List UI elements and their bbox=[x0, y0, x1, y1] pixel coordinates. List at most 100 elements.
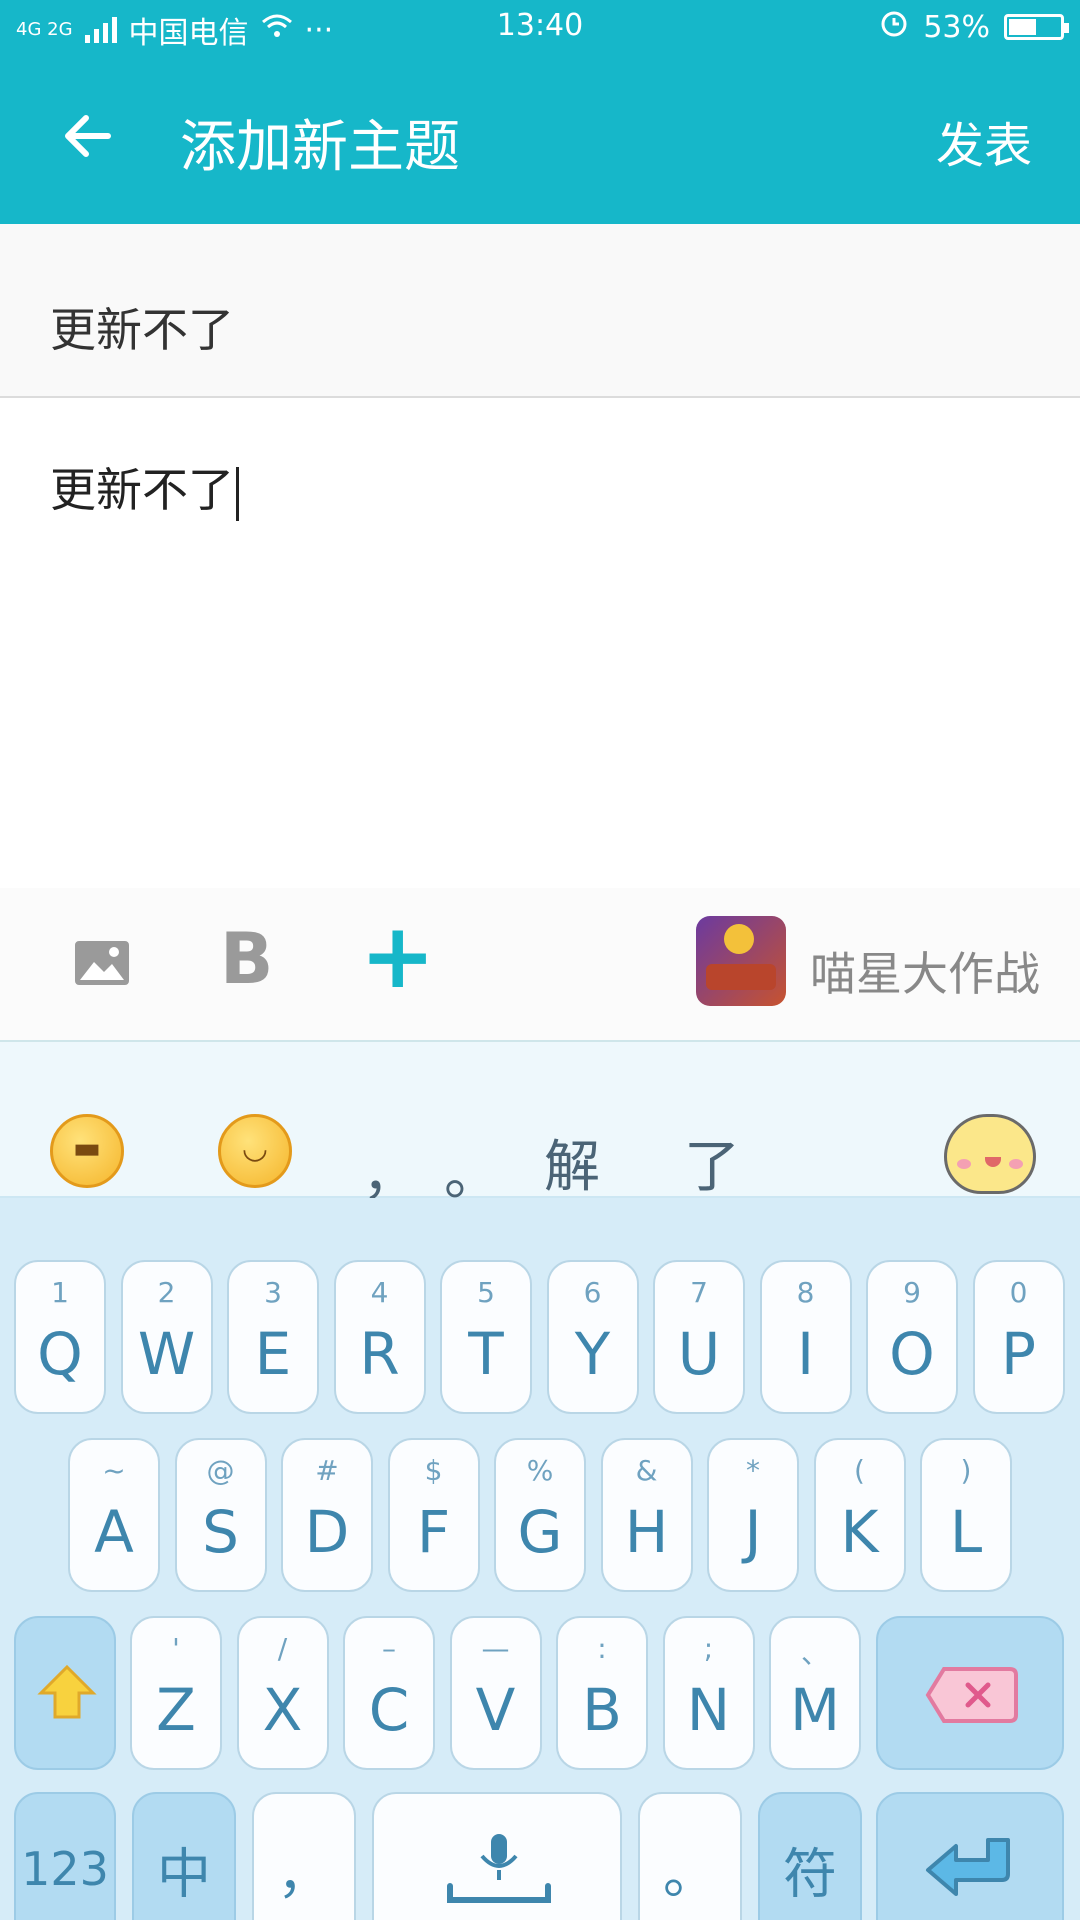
key-secondary-label: : bbox=[597, 1632, 607, 1665]
key-label: K bbox=[840, 1498, 879, 1566]
key-label: P bbox=[1001, 1320, 1036, 1388]
key-h[interactable]: & H bbox=[600, 1438, 693, 1592]
key-g[interactable]: % G bbox=[494, 1438, 586, 1592]
key-l[interactable]: ) L bbox=[920, 1438, 1012, 1592]
period-key[interactable]: 。 bbox=[638, 1792, 742, 1920]
candidate-jie[interactable]: 解 bbox=[544, 1122, 600, 1203]
key-secondary-label: ; bbox=[703, 1632, 714, 1665]
body-editor[interactable]: 更新不了 bbox=[0, 398, 1080, 888]
key-z[interactable]: ' Z bbox=[130, 1616, 222, 1770]
key-secondary-label: 7 bbox=[690, 1276, 708, 1309]
key-c[interactable]: – C bbox=[343, 1616, 435, 1770]
key-secondary-label: 、 bbox=[800, 1637, 829, 1670]
text-caret bbox=[236, 466, 239, 521]
game-promo-label[interactable]: 喵星大作战 bbox=[810, 938, 1040, 1004]
key-secondary-label: — bbox=[481, 1632, 510, 1665]
key-secondary-label: ) bbox=[960, 1454, 972, 1487]
key-secondary-label: @ bbox=[206, 1454, 235, 1487]
subject-text: 更新不了 bbox=[50, 303, 234, 357]
key-secondary-label: & bbox=[635, 1454, 658, 1487]
plus-icon[interactable]: + bbox=[360, 904, 435, 1009]
key-label: V bbox=[475, 1676, 516, 1744]
key-label: L bbox=[949, 1498, 983, 1566]
key-secondary-label: 5 bbox=[477, 1276, 495, 1309]
key-secondary-label: 3 bbox=[264, 1276, 282, 1309]
subject-field[interactable]: 更新不了 bbox=[0, 224, 1080, 398]
key-label: X bbox=[262, 1676, 303, 1744]
bold-icon[interactable]: B bbox=[220, 918, 273, 1000]
candidate-le[interactable]: 了 bbox=[684, 1122, 740, 1203]
body-text: 更新不了 bbox=[50, 463, 234, 517]
chick-sticker-icon[interactable] bbox=[944, 1114, 1036, 1194]
key-q[interactable]: 1Q bbox=[14, 1260, 106, 1414]
key-label: U bbox=[677, 1320, 721, 1388]
key-label: B bbox=[582, 1676, 622, 1744]
key-label: S bbox=[202, 1498, 239, 1566]
publish-button[interactable]: 发表 bbox=[936, 106, 1032, 176]
key-label: W bbox=[137, 1320, 196, 1388]
image-icon[interactable] bbox=[74, 940, 130, 986]
key-m[interactable]: 、 M bbox=[769, 1616, 861, 1770]
key-secondary-label: * bbox=[746, 1454, 760, 1487]
key-label: C bbox=[368, 1676, 410, 1744]
enter-key[interactable] bbox=[876, 1792, 1064, 1920]
key-d[interactable]: # D bbox=[281, 1438, 373, 1592]
key-v[interactable]: — V bbox=[449, 1616, 542, 1770]
key-label: J bbox=[744, 1498, 762, 1566]
key-s[interactable]: @ S bbox=[174, 1438, 267, 1592]
app-bar: 添加新主题 发表 bbox=[0, 56, 1080, 224]
key-secondary-label: 1 bbox=[51, 1276, 69, 1309]
key-secondary-label: 2 bbox=[157, 1276, 176, 1309]
page-title: 添加新主题 bbox=[180, 115, 460, 180]
key-o[interactable]: 9O bbox=[866, 1260, 958, 1414]
key-secondary-label: ( bbox=[854, 1454, 865, 1487]
smile-emoji-icon[interactable]: ◡ bbox=[218, 1114, 292, 1188]
grin-emoji-icon[interactable]: ▬ bbox=[50, 1114, 124, 1188]
shift-key[interactable] bbox=[14, 1616, 116, 1770]
key-j[interactable]: * J bbox=[707, 1438, 799, 1592]
editor-toolbar: B + 喵星大作战 bbox=[0, 888, 1080, 1042]
battery-icon bbox=[1004, 14, 1069, 40]
key-label: O bbox=[889, 1320, 935, 1388]
key-y[interactable]: 6Y bbox=[546, 1260, 639, 1414]
key-secondary-label: 6 bbox=[583, 1276, 602, 1309]
key-t[interactable]: 5T bbox=[440, 1260, 532, 1414]
key-a[interactable]: ~ A bbox=[68, 1438, 160, 1592]
game-promo-icon[interactable] bbox=[696, 916, 786, 1006]
language-key[interactable]: 中 bbox=[132, 1792, 236, 1920]
key-secondary-label: – bbox=[382, 1632, 396, 1665]
key-label: E bbox=[254, 1320, 292, 1388]
key-p[interactable]: 0P bbox=[972, 1260, 1065, 1414]
key-n[interactable]: ; N bbox=[662, 1616, 755, 1770]
key-secondary-label: $ bbox=[424, 1454, 443, 1487]
key-secondary-label: 8 bbox=[796, 1276, 815, 1309]
key-label: Q bbox=[37, 1320, 83, 1388]
key-label: R bbox=[359, 1320, 400, 1388]
key-x[interactable]: / X bbox=[236, 1616, 329, 1770]
symbols-key[interactable]: 符 bbox=[758, 1792, 862, 1920]
key-b[interactable]: :B bbox=[556, 1616, 648, 1770]
body-text-line: 更新不了 bbox=[50, 454, 239, 521]
key-secondary-label: % bbox=[526, 1454, 554, 1487]
key-secondary-label: 0 bbox=[1009, 1276, 1028, 1309]
key-i[interactable]: 8I bbox=[759, 1260, 852, 1414]
key-w[interactable]: 2W bbox=[120, 1260, 213, 1414]
key-secondary-label: / bbox=[277, 1632, 288, 1665]
backspace-key[interactable] bbox=[876, 1616, 1064, 1770]
key-r[interactable]: 4R bbox=[333, 1260, 426, 1414]
key-label: Y bbox=[574, 1320, 611, 1388]
key-label: T bbox=[468, 1320, 504, 1388]
key-k[interactable]: (K bbox=[813, 1438, 906, 1592]
key-u[interactable]: 7U bbox=[653, 1260, 745, 1414]
back-arrow-icon[interactable] bbox=[56, 106, 116, 166]
key-label: I bbox=[796, 1320, 815, 1388]
key-f[interactable]: $ F bbox=[387, 1438, 480, 1592]
numbers-key[interactable]: 123 bbox=[14, 1792, 116, 1920]
space-key[interactable] bbox=[372, 1792, 622, 1920]
battery-percent: 53% bbox=[923, 9, 990, 45]
comma-key[interactable]: ， bbox=[252, 1792, 356, 1920]
key-label: G bbox=[517, 1498, 563, 1566]
candidate-bar: ▬ ◡ ， 。 解 了 bbox=[0, 1042, 1080, 1208]
key-secondary-label: ' bbox=[172, 1632, 180, 1665]
key-e[interactable]: 3E bbox=[227, 1260, 319, 1414]
